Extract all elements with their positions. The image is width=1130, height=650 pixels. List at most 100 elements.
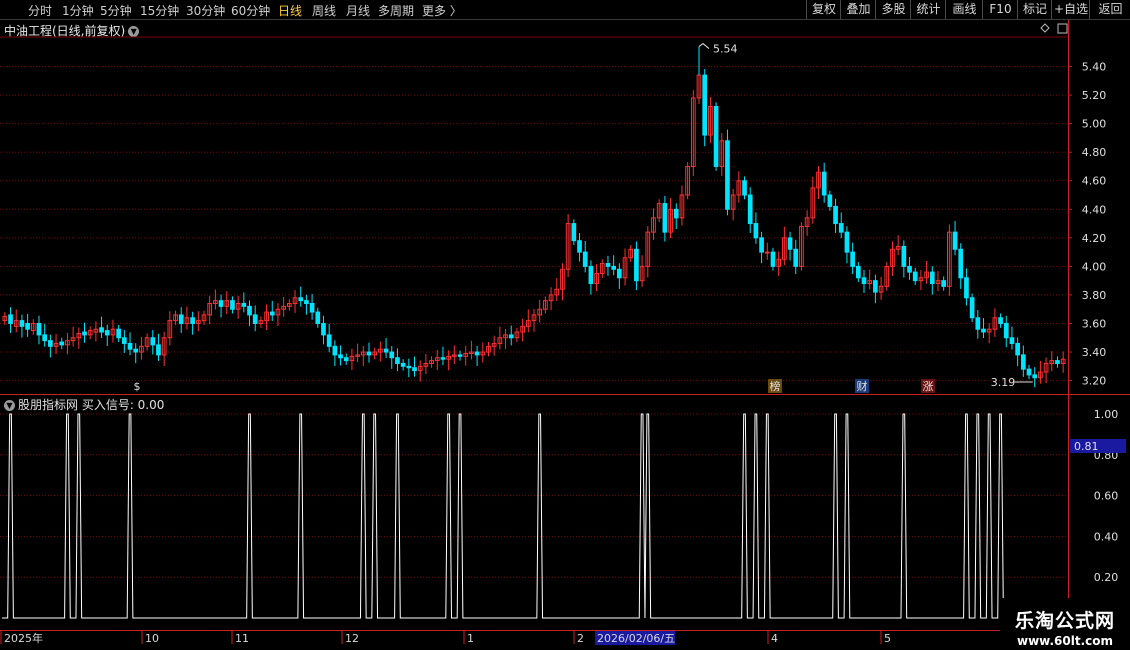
candle-body (474, 351, 480, 356)
price-axis-label: 3.80 (1082, 289, 1107, 302)
candle-body (338, 354, 343, 359)
candle-body (150, 337, 156, 346)
candle-body (406, 365, 412, 369)
candle-body (611, 265, 617, 270)
cursor-date: 2026/02/06/五 (597, 632, 675, 645)
candle-body (383, 348, 389, 353)
candle-body (747, 194, 753, 225)
candle-body (844, 231, 850, 253)
candle-body (634, 248, 639, 282)
candle-body (873, 280, 878, 293)
candle-body (855, 265, 861, 279)
candle-body (952, 231, 958, 250)
candle-body (366, 351, 372, 356)
price-axis-label: 4.40 (1082, 203, 1107, 216)
candle-body (99, 327, 104, 333)
candle-body (127, 342, 133, 350)
candle-body (833, 205, 838, 225)
candle-body (907, 265, 912, 273)
indicator-title-text: 股朋指标网 买入信号: 0.00 (18, 398, 165, 412)
candle-body (1026, 368, 1032, 376)
candle-body (304, 300, 309, 305)
indicator-axis-label: 1.00 (1094, 408, 1119, 421)
price-axis-label: 3.20 (1082, 375, 1107, 388)
candle-body (412, 367, 417, 372)
candle-body (577, 240, 582, 253)
buy-signal-line (2, 413, 1066, 619)
candle-body (571, 223, 577, 242)
x-axis-label: 4 (771, 632, 778, 645)
event-marker: 涨 (923, 380, 934, 393)
candle-body (156, 344, 161, 356)
candle-body (1009, 337, 1015, 344)
indicator-axis-label: 0.60 (1094, 490, 1119, 503)
candle-body (252, 314, 258, 324)
candle-body (1015, 342, 1020, 356)
candle-body (662, 203, 668, 233)
event-marker: 财 (857, 379, 868, 393)
candle-body (850, 251, 855, 267)
candle-body (793, 248, 799, 267)
event-marker: $ (134, 380, 141, 393)
indicator-title[interactable]: ▼ 股朋指标网 买入信号: 0.00 (4, 396, 164, 413)
candle-body (929, 271, 935, 285)
event-marker: 榜 (770, 379, 781, 393)
candle-body (742, 180, 747, 196)
candle-body (1055, 360, 1060, 364)
candle-body (759, 237, 764, 253)
indicator-axis-label: 0.20 (1094, 571, 1119, 584)
candle-body (440, 357, 446, 360)
price-axis-label: 5.00 (1082, 118, 1107, 131)
x-axis-label: 5 (884, 632, 891, 645)
candle-body (133, 348, 139, 353)
candle-body (82, 331, 87, 336)
candle-body (19, 320, 25, 327)
candle-body (1032, 374, 1038, 379)
candle-body (230, 300, 235, 310)
watermark: 乐淘公式网 www.60lt.com (1000, 598, 1130, 650)
candle-body (725, 140, 730, 210)
candle-body (178, 314, 184, 324)
candle-body (981, 328, 986, 333)
candle-body (617, 268, 622, 279)
watermark-line1: 乐淘公式网 (1014, 610, 1115, 632)
candle-body (673, 208, 679, 219)
price-axis-label: 4.60 (1082, 175, 1107, 188)
candle-body (59, 341, 65, 346)
candle-body (247, 305, 252, 316)
price-axis-label: 4.20 (1082, 232, 1107, 245)
candle-body (582, 251, 588, 267)
candle-body (588, 265, 594, 285)
candle-body (861, 277, 867, 285)
x-axis-label: 2025年 (4, 631, 43, 645)
price-axis-label: 3.40 (1082, 346, 1107, 359)
candle-body (400, 362, 406, 367)
candle-body (8, 314, 13, 324)
x-axis-label: 10 (145, 632, 159, 645)
candle-body (958, 248, 964, 279)
chevron-down-icon[interactable]: ▼ (4, 400, 15, 411)
candle-body (395, 357, 400, 364)
candle-body (821, 171, 827, 196)
candle-body (298, 297, 304, 302)
candle-body (321, 322, 326, 336)
candle-body (827, 194, 833, 207)
candle-body (121, 337, 127, 344)
candle-body (713, 106, 719, 167)
x-axis-label: 2 (577, 632, 584, 645)
price-axis-label: 5.40 (1082, 61, 1107, 74)
high-price-label: 5.54 (713, 43, 738, 56)
chart-canvas[interactable]: 5.40 5.20 5.00 4.80 4.60 4.40 4.20 4.00 3.80 3.60… (0, 0, 1130, 650)
candle-body (315, 311, 321, 324)
candle-body (702, 74, 708, 136)
candle-body (508, 334, 514, 339)
candle-body (901, 245, 907, 267)
candle-body (116, 328, 121, 339)
high-marker-arrow (698, 42, 710, 49)
candle-body (753, 223, 759, 239)
candle-body (190, 317, 195, 324)
price-axis-label: 4.80 (1082, 146, 1107, 159)
candle-body (332, 345, 338, 356)
diamond-icon (1040, 23, 1050, 33)
candle-body (764, 251, 770, 254)
